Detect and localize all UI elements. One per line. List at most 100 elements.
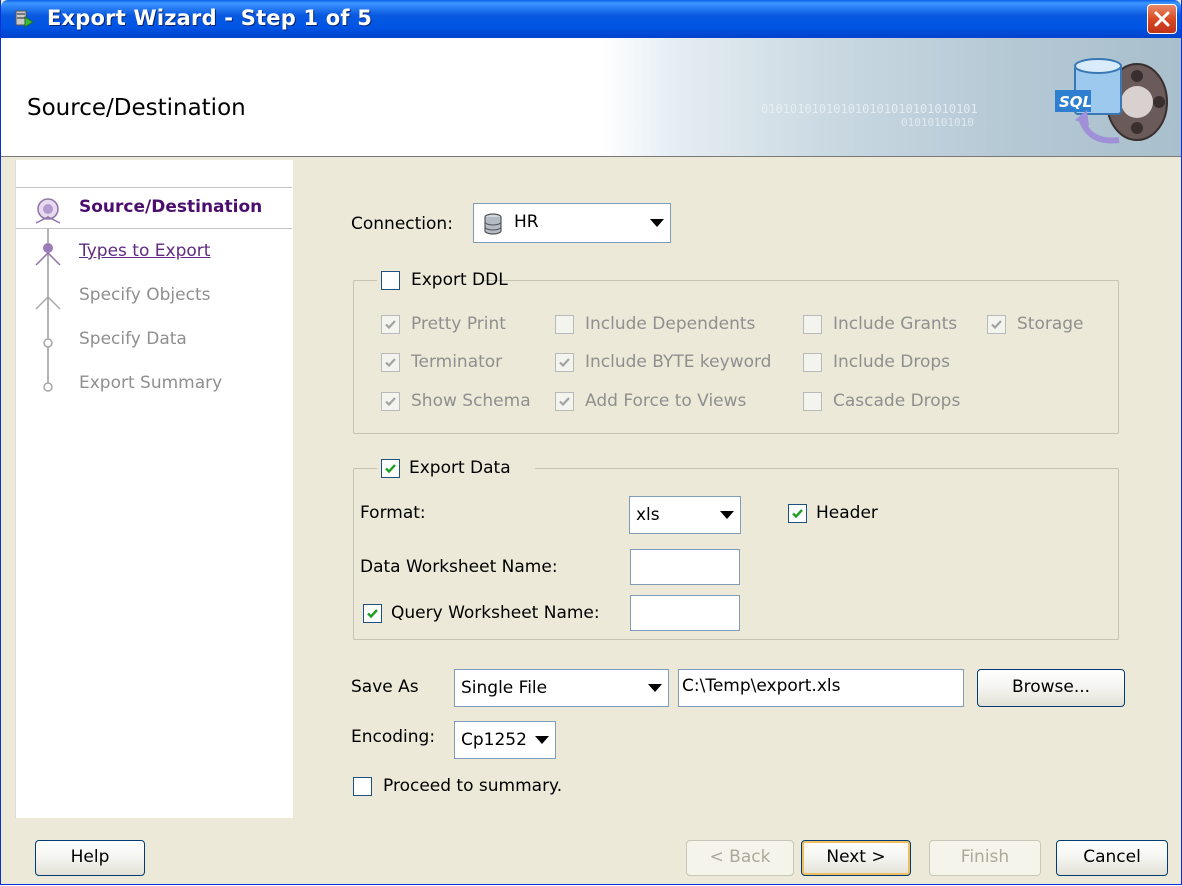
header-label: Header — [816, 503, 878, 523]
checkmark-icon — [792, 509, 803, 519]
nav-item-export-summary: Export Summary — [16, 364, 292, 404]
checkmark-icon — [385, 358, 396, 368]
terminator-label: Terminator — [411, 352, 503, 372]
nav-item-types-to-export[interactable]: Types to Export — [16, 232, 292, 272]
connection-label: Connection: — [351, 214, 453, 234]
data-worksheet-label: Data Worksheet Name: — [360, 557, 558, 577]
save-as-label: Save As — [351, 677, 419, 697]
export-ddl-checkbox[interactable] — [381, 271, 400, 290]
format-value: xls — [636, 505, 660, 525]
proceed-to-summary-checkbox[interactable] — [353, 777, 372, 796]
window-title: Export Wizard - Step 1 of 5 — [47, 6, 373, 30]
export-data-legend: Export Data — [377, 456, 535, 482]
binary-text: 010101010101010101010101010101 — [761, 102, 978, 116]
encoding-select[interactable]: Cp1252 — [454, 721, 556, 759]
export-ddl-legend: Export DDL — [377, 268, 508, 294]
include-byte-checkbox[interactable] — [555, 353, 574, 372]
include-byte-label: Include BYTE keyword — [585, 352, 772, 372]
chevron-down-icon — [648, 684, 662, 692]
checkmark-icon — [559, 358, 570, 368]
step-pending-icon — [43, 338, 53, 348]
nav-item-label: Types to Export — [79, 241, 211, 261]
save-as-value: Single File — [461, 678, 548, 698]
export-data-checkbox[interactable] — [381, 459, 400, 478]
include-grants-label: Include Grants — [833, 314, 958, 334]
export-data-label: Export Data — [409, 458, 511, 478]
pretty-print-checkbox[interactable] — [381, 315, 400, 334]
binary-text-2: 01010101010 — [901, 116, 974, 129]
include-dependents-label: Include Dependents — [585, 314, 756, 334]
nav-item-label: Specify Data — [79, 329, 187, 349]
checkmark-icon — [385, 464, 396, 474]
pretty-print-label: Pretty Print — [411, 314, 506, 334]
query-worksheet-label: Query Worksheet Name: — [391, 603, 600, 623]
next-button[interactable]: Next > — [801, 840, 911, 876]
wizard-footer: Help < Back Next > Finish Cancel — [1, 820, 1181, 884]
step-pending-icon — [35, 295, 61, 310]
show-schema-label: Show Schema — [411, 391, 531, 411]
format-label: Format: — [360, 503, 426, 523]
proceed-to-summary-label: Proceed to summary. — [383, 776, 563, 796]
checkmark-icon — [367, 609, 378, 619]
encoding-label: Encoding: — [351, 727, 436, 747]
query-worksheet-checkbox[interactable] — [363, 604, 382, 623]
title-bar[interactable]: Export Wizard - Step 1 of 5 — [1, 0, 1181, 38]
include-drops-label: Include Drops — [833, 352, 951, 372]
database-icon — [484, 213, 502, 235]
include-grants-checkbox[interactable] — [803, 315, 822, 334]
cascade-drops-checkbox[interactable] — [803, 392, 822, 411]
connection-value: HR — [514, 212, 539, 232]
checkmark-icon — [385, 397, 396, 407]
wizard-header: Source/Destination 010101010101010101010… — [1, 38, 1181, 157]
file-path-input[interactable]: C:\Temp\export.xls — [678, 669, 964, 707]
svg-text:SQL: SQL — [1059, 93, 1092, 111]
include-dependents-checkbox[interactable] — [555, 315, 574, 334]
browse-button[interactable]: Browse... — [977, 669, 1125, 707]
query-worksheet-input[interactable] — [630, 595, 740, 631]
chevron-down-icon — [650, 219, 664, 227]
connection-select[interactable]: HR — [473, 203, 671, 243]
header-checkbox[interactable] — [788, 504, 807, 523]
finish-button[interactable]: Finish — [929, 840, 1041, 876]
wizard-content: Connection: HR Export DDL Pretty Print I… — [293, 160, 1181, 820]
checkmark-icon — [991, 320, 1002, 330]
wizard-step-list: Source/Destination Types to Export Speci… — [15, 160, 294, 818]
sql-database-icon: SQL — [1055, 58, 1168, 144]
close-button[interactable] — [1147, 4, 1177, 34]
chevron-down-icon — [720, 511, 734, 519]
format-select[interactable]: xls — [629, 496, 741, 534]
step-link-icon — [35, 243, 61, 266]
nav-item-label: Specify Objects — [79, 285, 211, 305]
back-button[interactable]: < Back — [686, 840, 794, 876]
add-force-label: Add Force to Views — [585, 391, 747, 411]
close-icon — [1154, 11, 1170, 27]
storage-label: Storage — [1017, 314, 1084, 334]
header-banner-art: 010101010101010101010101010101 010101010… — [601, 38, 1181, 156]
nav-item-label: Source/Destination — [79, 197, 263, 217]
terminator-checkbox[interactable] — [381, 353, 400, 372]
step-active-icon — [35, 198, 61, 224]
data-worksheet-input[interactable] — [630, 549, 740, 585]
cancel-button[interactable]: Cancel — [1056, 840, 1168, 876]
chevron-down-icon — [535, 736, 549, 744]
help-button[interactable]: Help — [35, 840, 145, 876]
storage-checkbox[interactable] — [987, 315, 1006, 334]
checkmark-icon — [559, 397, 570, 407]
encoding-value: Cp1252 — [461, 730, 527, 750]
export-wizard-window: Export Wizard - Step 1 of 5 Source/Desti… — [0, 0, 1182, 885]
step-pending-icon — [43, 382, 53, 392]
nav-item-source-destination[interactable]: Source/Destination — [16, 187, 292, 229]
export-ddl-label: Export DDL — [411, 270, 508, 290]
nav-item-specify-data: Specify Data — [16, 320, 292, 360]
nav-item-label: Export Summary — [79, 373, 223, 393]
save-as-select[interactable]: Single File — [454, 669, 669, 707]
page-title: Source/Destination — [27, 95, 246, 121]
show-schema-checkbox[interactable] — [381, 392, 400, 411]
file-path-value: C:\Temp\export.xls — [682, 676, 841, 696]
cascade-drops-label: Cascade Drops — [833, 391, 961, 411]
include-drops-checkbox[interactable] — [803, 353, 822, 372]
nav-item-specify-objects: Specify Objects — [16, 276, 292, 316]
checkmark-icon — [385, 320, 396, 330]
database-export-icon — [15, 10, 34, 28]
add-force-checkbox[interactable] — [555, 392, 574, 411]
